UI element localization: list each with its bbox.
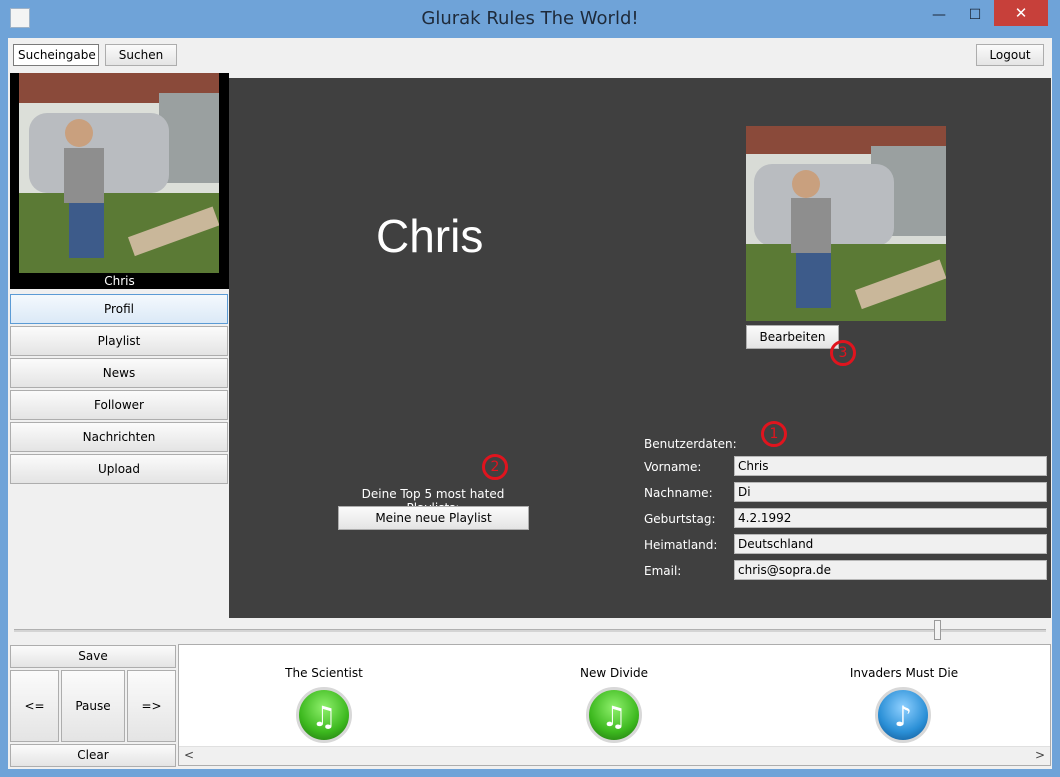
minimize-button[interactable]: — bbox=[926, 4, 952, 26]
progress-track[interactable] bbox=[14, 629, 1046, 632]
field-label-email: Email: bbox=[644, 564, 682, 578]
clear-button[interactable]: Clear bbox=[10, 744, 176, 767]
track-title: The Scientist bbox=[285, 666, 363, 680]
sidebar-item-profil[interactable]: Profil bbox=[10, 294, 228, 324]
scroll-left-icon[interactable]: < bbox=[182, 748, 196, 763]
maximize-button[interactable]: ☐ bbox=[962, 4, 988, 26]
scroll-right-icon[interactable]: > bbox=[1033, 748, 1047, 763]
field-vorname[interactable]: Chris bbox=[734, 456, 1047, 476]
userdata-header: Benutzerdaten: bbox=[644, 437, 737, 451]
sidebar-item-upload[interactable]: Upload bbox=[10, 454, 228, 484]
field-nachname[interactable]: Di bbox=[734, 482, 1047, 502]
sidebar-item-nachrichten[interactable]: Nachrichten bbox=[10, 422, 228, 452]
playlist-button[interactable]: Meine neue Playlist bbox=[338, 506, 529, 530]
profile-photo bbox=[746, 126, 946, 321]
avatar bbox=[19, 73, 219, 273]
progress-thumb[interactable] bbox=[934, 620, 941, 640]
annotation-marker-2: 2 bbox=[482, 454, 508, 480]
music-note-icon[interactable]: ♪ bbox=[875, 687, 931, 743]
sidebar-item-playlist[interactable]: Playlist bbox=[10, 326, 228, 356]
track-title: Invaders Must Die bbox=[849, 666, 959, 680]
avatar-name: Chris bbox=[104, 274, 135, 288]
sidebar-item-follower[interactable]: Follower bbox=[10, 390, 228, 420]
next-button[interactable]: => bbox=[127, 670, 176, 742]
profile-name: Chris bbox=[376, 210, 484, 262]
previous-button[interactable]: <= bbox=[10, 670, 59, 742]
field-email[interactable]: chris@sopra.de bbox=[734, 560, 1047, 580]
avatar-frame: Chris bbox=[10, 73, 229, 289]
horizontal-scrollbar[interactable] bbox=[179, 746, 1050, 765]
field-label-vorname: Vorname: bbox=[644, 460, 702, 474]
field-label-geburtstag: Geburtstag: bbox=[644, 512, 716, 526]
search-button[interactable]: Suchen bbox=[105, 44, 177, 66]
annotation-marker-1: 1 bbox=[761, 421, 787, 447]
annotation-marker-3: 3 bbox=[830, 340, 856, 366]
pause-button[interactable]: Pause bbox=[61, 670, 125, 742]
save-button[interactable]: Save bbox=[10, 645, 176, 668]
track-title: New Divide bbox=[580, 666, 648, 680]
window-title: Glurak Rules The World! bbox=[421, 8, 639, 29]
logout-button[interactable]: Logout bbox=[976, 44, 1044, 66]
field-label-heimatland: Heimatland: bbox=[644, 538, 718, 552]
edit-profile-button[interactable]: Bearbeiten bbox=[746, 325, 839, 349]
close-button[interactable]: ✕ bbox=[994, 0, 1048, 26]
search-input[interactable]: Sucheingabe bbox=[13, 44, 99, 66]
field-heimatland[interactable]: Deutschland bbox=[734, 534, 1047, 554]
field-geburtstag[interactable]: 4.2.1992 bbox=[734, 508, 1047, 528]
sidebar-item-news[interactable]: News bbox=[10, 358, 228, 388]
music-note-icon[interactable]: ♫ bbox=[296, 687, 352, 743]
music-note-icon[interactable]: ♫ bbox=[586, 687, 642, 743]
field-label-nachname: Nachname: bbox=[644, 486, 713, 500]
